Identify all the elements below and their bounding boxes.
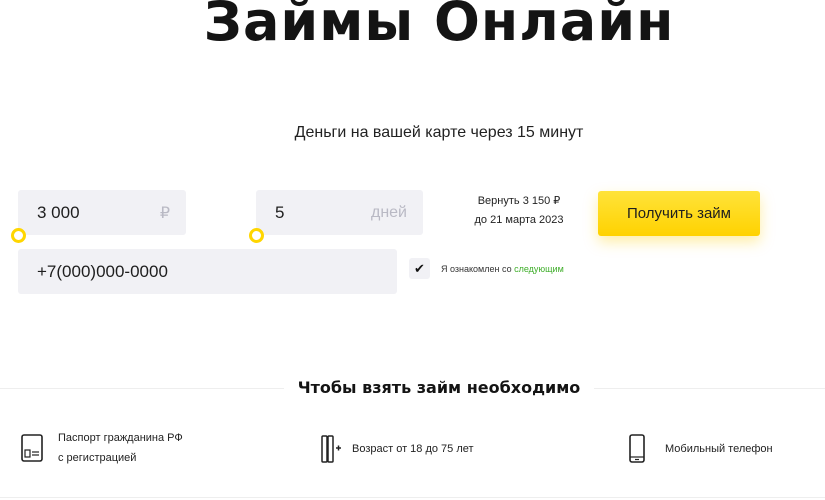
requirements-title-text: Чтобы взять займ необходимо [283,378,595,397]
consent-label: Я ознакомлен со [441,264,512,274]
requirement-phone: Мобильный телефон [628,434,773,464]
consent-link[interactable]: следующим [514,264,564,274]
get-loan-button[interactable]: Получить займ [598,191,760,236]
repay-date: до 21 марта 2023 [474,214,564,226]
age-icon [321,435,341,463]
amount-value: 3 000 [37,202,80,222]
days-field[interactable]: 5 дней [256,190,423,235]
requirement-age: Возраст от 18 до 75 лет [320,434,474,464]
days-suffix: дней [370,203,407,221]
passport-icon [21,434,43,462]
repay-info: Вернуть 3 150 ₽ до 21 марта 2023 [466,192,572,230]
amount-field[interactable]: 3 000 ₽ [18,190,186,235]
ruble-suffix: ₽ [159,204,170,222]
consent-checkbox[interactable]: ✔ [409,258,430,279]
bottom-divider [0,497,825,498]
requirement-passport-line2: с регистрацией [58,452,137,464]
requirement-passport: Паспорт гражданина РФ с регистрацией [20,428,183,468]
requirement-phone-text: Мобильный телефон [665,443,773,455]
amount-slider-handle[interactable] [11,228,26,243]
phone-field[interactable]: +7(000)000-0000 [18,249,397,294]
requirements-title: Чтобы взять займ необходимо [0,378,825,397]
consent-text: Я ознакомлен со следующим [441,264,564,274]
days-slider-handle[interactable] [249,228,264,243]
requirement-passport-text: Паспорт гражданина РФ с регистрацией [58,428,183,468]
checkmark-icon: ✔ [414,260,425,276]
loan-page: Займы Онлайн Деньги на вашей карте через… [0,0,825,500]
page-subtitle: Деньги на вашей карте через 15 минут [294,124,584,141]
phone-value: +7(000)000-0000 [37,261,168,281]
mobile-phone-icon [629,434,645,463]
repay-amount: Вернуть 3 150 ₽ [477,195,561,207]
requirement-passport-line1: Паспорт гражданина РФ [58,432,183,444]
page-title: Займы Онлайн [203,0,675,53]
days-value: 5 [275,202,285,222]
requirement-age-text: Возраст от 18 до 75 лет [352,443,474,455]
